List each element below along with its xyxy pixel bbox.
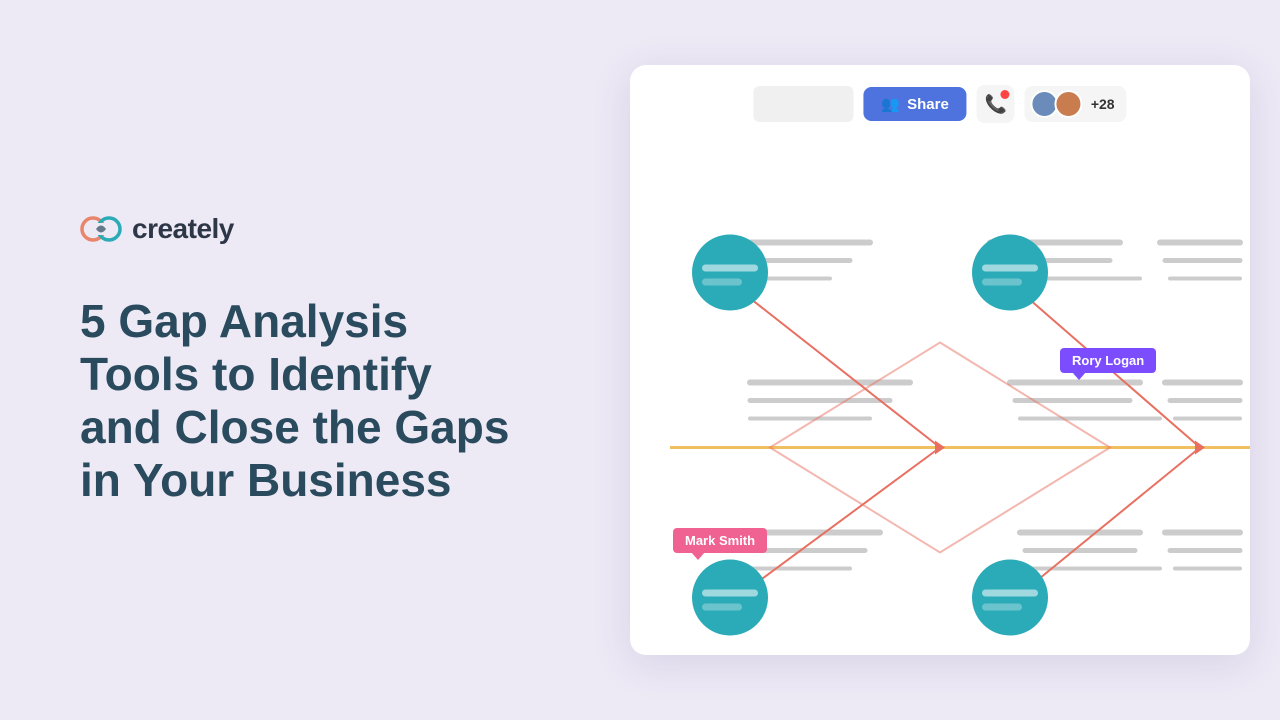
headline: 5 Gap Analysis Tools to Identify and Clo…	[80, 295, 540, 507]
right-panel: 👥 Share 📞 +28	[600, 0, 1280, 720]
left-panel: creately 5 Gap Analysis Tools to Identif…	[0, 0, 600, 720]
logo-text: creately	[132, 213, 234, 245]
diagram-area: Rory Logan Mark Smith	[630, 140, 1250, 655]
diagram-svg	[630, 140, 1250, 655]
share-button[interactable]: 👥 Share	[863, 87, 966, 121]
avatars-group[interactable]: +28	[1025, 86, 1127, 122]
toolbar-search-bar[interactable]	[753, 86, 853, 122]
tooltip-mark: Mark Smith	[673, 528, 767, 553]
canvas-card: 👥 Share 📞 +28	[630, 65, 1250, 655]
call-button[interactable]: 📞	[977, 85, 1015, 123]
headline-line3: and Close the Gaps	[80, 401, 509, 453]
share-icon: 👥	[881, 95, 900, 113]
avatar-user2	[1055, 90, 1083, 118]
call-dot-indicator	[1001, 90, 1010, 99]
headline-line4: in Your Business	[80, 454, 452, 506]
toolbar: 👥 Share 📞 +28	[753, 85, 1126, 123]
creately-logo-icon	[80, 215, 122, 243]
avatar-count: +28	[1091, 96, 1115, 112]
headline-line2: Tools to Identify	[80, 348, 432, 400]
tooltip-rory: Rory Logan	[1060, 348, 1156, 373]
logo-area: creately	[80, 213, 540, 245]
share-label: Share	[907, 96, 949, 113]
headline-line1: 5 Gap Analysis	[80, 295, 408, 347]
